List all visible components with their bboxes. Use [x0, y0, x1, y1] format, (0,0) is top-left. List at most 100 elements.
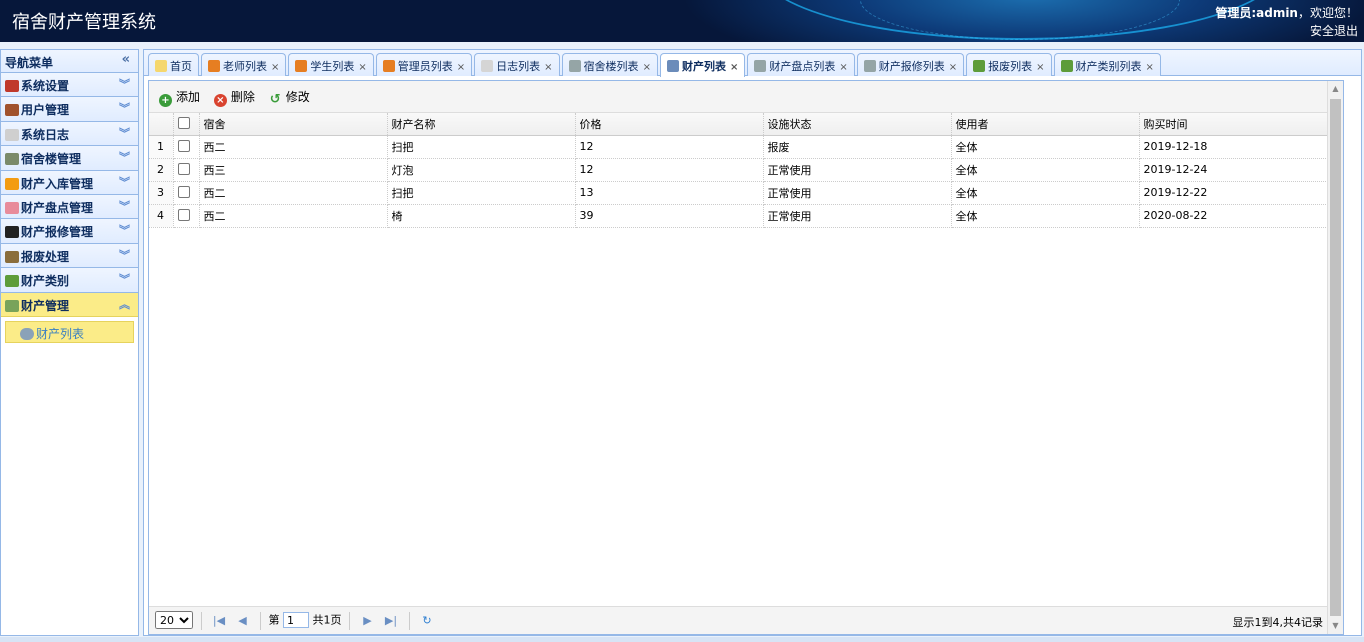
- close-tab-icon[interactable]: ×: [730, 62, 738, 73]
- tab-label: 日志列表: [496, 60, 541, 73]
- tab[interactable]: 管理员列表 ×: [375, 53, 473, 76]
- add-icon: +: [159, 94, 172, 107]
- delete-button[interactable]: × 删除: [213, 88, 255, 107]
- table-row[interactable]: 3 西二 扫把 13 正常使用 全体 2019-12-22: [149, 181, 1330, 205]
- collapse-sidebar-icon[interactable]: «: [122, 52, 130, 67]
- row-select-cell: [173, 158, 200, 182]
- user-icon: [5, 104, 19, 117]
- tab[interactable]: 老师列表 ×: [201, 53, 287, 76]
- table-row[interactable]: 4 西二椅 39 正常使用 全体 2020-08-22: [149, 204, 1330, 228]
- column-header[interactable]: 宿舍: [199, 113, 388, 136]
- row-checkbox[interactable]: [177, 209, 190, 221]
- close-tab-icon[interactable]: ×: [544, 62, 552, 73]
- tab[interactable]: 首页: [148, 53, 199, 76]
- tab-label: 管理员列表: [397, 60, 453, 73]
- submenu-item-property-list[interactable]: 财产列表: [5, 320, 134, 343]
- chevron-down-icon[interactable]: ︾: [119, 247, 130, 263]
- sidebar-item[interactable]: 系统日志 ︾: [1, 121, 138, 147]
- tab[interactable]: 日志列表 ×: [474, 53, 560, 76]
- logout-link[interactable]: 安全退出: [1215, 22, 1358, 40]
- close-tab-icon[interactable]: ×: [643, 62, 651, 73]
- column-header[interactable]: 设施状态: [763, 113, 952, 136]
- row-checkbox[interactable]: [177, 163, 190, 175]
- edit-button[interactable]: ↺ 修改: [269, 88, 310, 106]
- sidebar-item[interactable]: 财产入库管理 ︾: [1, 170, 138, 195]
- row-checkbox[interactable]: [177, 140, 190, 152]
- money-icon: [5, 299, 19, 312]
- user-icon: [295, 60, 308, 72]
- table-cell: 正常使用: [763, 204, 952, 228]
- table-cell: 椅: [387, 204, 576, 228]
- sidebar-item[interactable]: 宿舍楼管理 ︾: [1, 146, 138, 171]
- next-page-icon[interactable]: ▶: [358, 614, 378, 627]
- column-header[interactable]: 财产名称: [387, 113, 576, 136]
- table-cell: 西二: [199, 204, 388, 228]
- table-cell: 13: [575, 181, 764, 205]
- table-cell: 2020-08-22: [1139, 204, 1330, 228]
- close-tab-icon[interactable]: ×: [457, 62, 465, 73]
- sidebar-item[interactable]: 系统设置 ︾: [1, 73, 138, 98]
- row-number: 4: [149, 204, 174, 228]
- sidebar-item-label: 宿舍楼管理: [21, 152, 82, 167]
- tab[interactable]: 学生列表 ×: [288, 53, 374, 76]
- tab-label: 财产报修列表: [878, 60, 945, 73]
- tab[interactable]: 财产报修列表 ×: [856, 53, 965, 76]
- terminal-icon: [5, 226, 19, 239]
- sidebar-item[interactable]: 报废处理 ︾: [1, 243, 138, 269]
- sidebar-item[interactable]: 用户管理 ︾: [1, 97, 138, 122]
- scroll-up-icon[interactable]: ▲: [1328, 81, 1343, 97]
- column-header[interactable]: 购买时间: [1139, 113, 1330, 136]
- table-row[interactable]: 1 西二 扫把 12 报废 全体 2019-12-18: [149, 135, 1330, 159]
- tab[interactable]: 宿舍楼列表 ×: [561, 53, 658, 76]
- close-tab-icon[interactable]: ×: [271, 62, 279, 73]
- column-header[interactable]: 价格: [575, 113, 764, 136]
- row-number: 1: [149, 135, 174, 159]
- sidebar-item[interactable]: 财产报修管理 ︾: [1, 219, 138, 244]
- chevron-down-icon[interactable]: ︾: [119, 174, 130, 190]
- user-icon: [208, 60, 220, 72]
- refresh-icon[interactable]: ↻: [417, 614, 437, 627]
- app-title: 宿舍财产管理系统: [12, 12, 156, 33]
- scroll-down-icon[interactable]: ▼: [1328, 618, 1343, 634]
- prev-page-icon[interactable]: ◀: [233, 614, 253, 627]
- close-tab-icon[interactable]: ×: [839, 62, 847, 73]
- close-tab-icon[interactable]: ×: [949, 62, 957, 73]
- add-button[interactable]: + 添加: [159, 88, 200, 107]
- chevron-down-icon[interactable]: ︾: [119, 271, 130, 287]
- chevron-down-icon[interactable]: ︾: [119, 198, 130, 214]
- grid-toolbar: + 添加 × 删除 ↺ 修改: [149, 81, 1343, 113]
- tab[interactable]: 报废列表 ×: [966, 53, 1052, 76]
- first-page-icon[interactable]: |◀: [209, 614, 229, 627]
- chevron-down-icon[interactable]: ︾: [119, 76, 130, 92]
- chevron-down-icon[interactable]: ︾: [119, 222, 130, 238]
- chevron-down-icon[interactable]: ︾: [119, 149, 130, 165]
- close-tab-icon[interactable]: ×: [1036, 62, 1044, 73]
- sidebar-item-label: 财产类别: [21, 274, 70, 289]
- tab[interactable]: 财产列表 ×: [659, 53, 746, 77]
- vertical-scrollbar[interactable]: ▲ ▼: [1327, 81, 1343, 634]
- close-tab-icon[interactable]: ×: [358, 62, 366, 73]
- sidebar-item[interactable]: 财产盘点管理 ︾: [1, 194, 138, 220]
- select-all-checkbox[interactable]: [177, 117, 190, 130]
- row-select-cell: [173, 135, 200, 159]
- table-cell: 正常使用: [763, 181, 952, 205]
- page-size-select[interactable]: 20: [155, 611, 193, 629]
- page-prefix: 第: [268, 613, 280, 627]
- sidebar-item-label: 用户管理: [21, 103, 70, 118]
- chevron-down-icon[interactable]: ︾: [119, 125, 130, 141]
- scrollbar-thumb[interactable]: [1330, 99, 1341, 616]
- chevron-down-icon[interactable]: ︾: [119, 100, 130, 116]
- last-page-icon[interactable]: ▶|: [381, 614, 401, 627]
- bottom-bar: [0, 637, 1364, 642]
- sidebar-item[interactable]: 财产类别 ︾: [1, 268, 138, 293]
- table-row[interactable]: 2 西三 灯泡 12 正常使用 全体 2019-12-24: [149, 158, 1330, 182]
- pager-separator: [408, 611, 410, 630]
- close-tab-icon[interactable]: ×: [1146, 62, 1154, 73]
- chevron-up-icon[interactable]: ︽: [119, 296, 130, 312]
- page-number-input[interactable]: [283, 612, 309, 628]
- tab[interactable]: 财产类别列表 ×: [1053, 53, 1161, 76]
- tab[interactable]: 财产盘点列表 ×: [747, 53, 855, 76]
- sidebar-item[interactable]: 财产管理 ︽: [1, 292, 138, 317]
- column-header[interactable]: 使用者: [951, 113, 1140, 136]
- row-checkbox[interactable]: [177, 186, 190, 198]
